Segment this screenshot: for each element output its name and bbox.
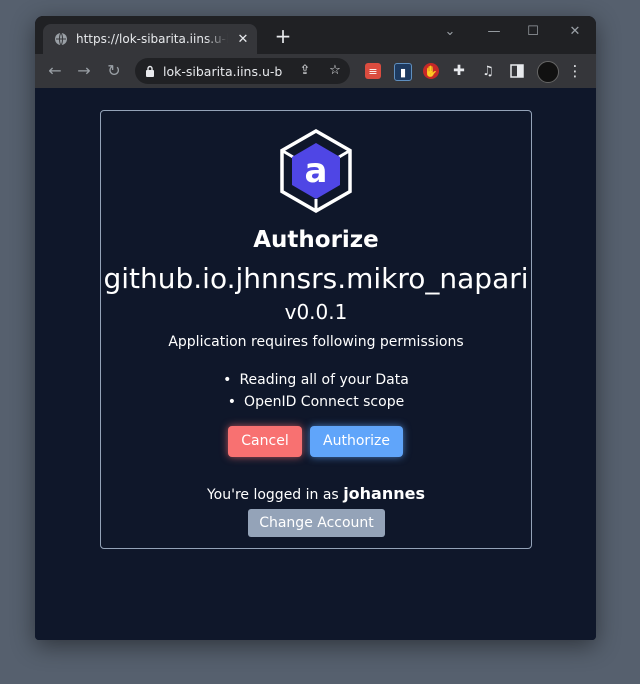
app-version: v0.0.1 bbox=[284, 300, 348, 324]
page-content: a Authorize github.io.jhnnsrs.mikro_napa… bbox=[35, 88, 596, 640]
username: johannes bbox=[343, 484, 426, 503]
permission-item: • OpenID Connect scope bbox=[227, 394, 405, 410]
permission-label: OpenID Connect scope bbox=[244, 394, 405, 410]
logged-in-status: You're logged in as johannes bbox=[101, 484, 531, 503]
permissions-intro: Application requires following permissio… bbox=[168, 334, 464, 350]
browser-toolbar: ← → ↻ lok-sibarita.iins.u-b... ⇪ ☆ ≡ ▮ ✋… bbox=[35, 54, 596, 88]
star-icon[interactable]: ☆ bbox=[327, 63, 343, 79]
close-tab-icon[interactable]: ✕ bbox=[236, 32, 250, 47]
permissions-list: • Reading all of your Data • OpenID Connec… bbox=[101, 369, 531, 413]
lock-icon bbox=[145, 65, 155, 77]
address-bar[interactable]: lok-sibarita.iins.u-b... ⇪ ☆ bbox=[135, 58, 350, 84]
logged-in-prefix: You're logged in as bbox=[206, 487, 339, 503]
sidebar-icon[interactable] bbox=[509, 63, 525, 79]
maximize-button[interactable]: ☐ bbox=[518, 22, 548, 42]
cancel-button[interactable]: Cancel bbox=[228, 426, 302, 457]
minimize-button[interactable]: — bbox=[479, 22, 509, 42]
logo-letter: a bbox=[305, 151, 328, 191]
browser-tab[interactable]: https://lok-sibarita.iins.u-bordeaux.fr … bbox=[43, 24, 257, 54]
browser-window: https://lok-sibarita.iins.u-bordeaux.fr … bbox=[35, 16, 596, 640]
tab-title: https://lok-sibarita.iins.u-bordeaux.fr bbox=[76, 32, 228, 46]
back-icon[interactable]: ← bbox=[43, 60, 67, 82]
device-icon[interactable]: ▮ bbox=[394, 63, 412, 81]
title-bar: https://lok-sibarita.iins.u-bordeaux.fr … bbox=[35, 16, 596, 54]
close-window-button[interactable]: ✕ bbox=[560, 22, 590, 42]
authorize-card: a Authorize github.io.jhnnsrs.mikro_napa… bbox=[100, 110, 532, 549]
puzzle-icon[interactable]: ✚ bbox=[451, 63, 467, 79]
permission-label: Reading all of your Data bbox=[239, 372, 409, 388]
new-tab-button[interactable]: + bbox=[273, 26, 293, 46]
avatar[interactable] bbox=[537, 61, 559, 83]
page-title: Authorize bbox=[253, 227, 379, 253]
more-menu-icon[interactable]: ⋮ bbox=[567, 62, 583, 80]
app-name: github.io.jhnnsrs.mikro_napari bbox=[103, 262, 529, 295]
block-icon[interactable]: ✋ bbox=[423, 63, 439, 79]
app-logo-icon: a bbox=[279, 128, 353, 214]
permission-item: • Reading all of your Data bbox=[223, 372, 409, 388]
authorize-button[interactable]: Authorize bbox=[310, 426, 403, 457]
share-icon[interactable]: ⇪ bbox=[297, 63, 313, 79]
reload-icon[interactable]: ↻ bbox=[102, 60, 126, 82]
change-account-button[interactable]: Change Account bbox=[248, 509, 385, 537]
todoist-icon[interactable]: ≡ bbox=[365, 63, 381, 79]
forward-icon[interactable]: → bbox=[72, 60, 96, 82]
globe-icon bbox=[54, 32, 68, 46]
playlist-icon[interactable]: ♫ bbox=[480, 63, 496, 79]
url-text: lok-sibarita.iins.u-b... bbox=[163, 63, 283, 79]
chevron-down-icon[interactable]: ⌄ bbox=[435, 22, 465, 42]
